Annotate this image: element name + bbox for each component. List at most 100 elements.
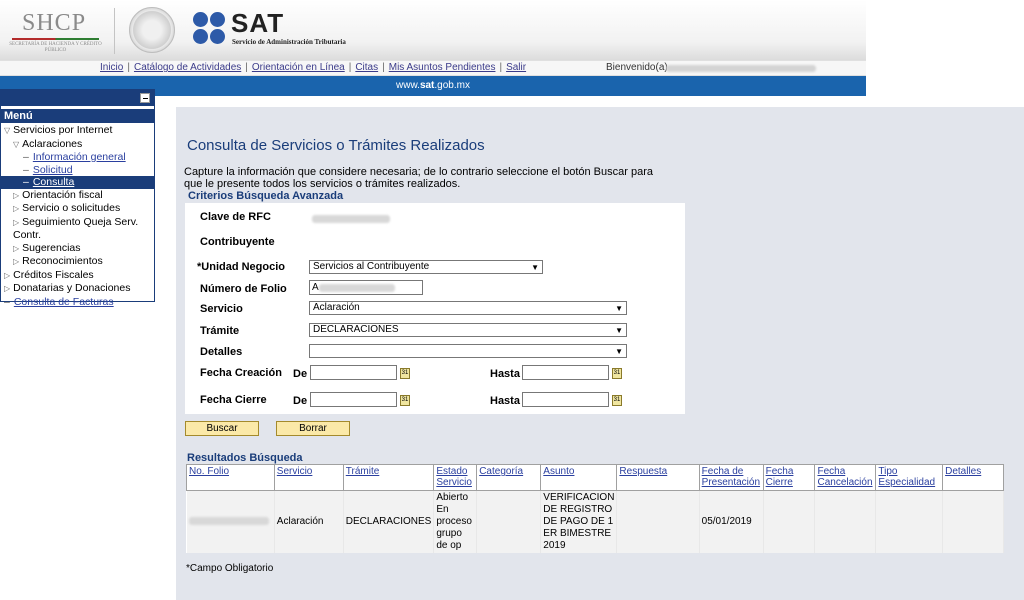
calendar-icon[interactable]: 31: [400, 368, 410, 379]
sidebar-item-orientacion[interactable]: ▷ Orientación fiscal: [1, 189, 154, 203]
sidebar-item-creditos[interactable]: ▷ Créditos Fiscales: [1, 269, 154, 283]
column-header-respuesta[interactable]: Respuesta: [616, 464, 700, 491]
intro-text: Capture la información que considere nec…: [184, 166, 653, 190]
fecha-creacion-label: Fecha Creación: [200, 367, 282, 379]
column-header-fecha-cierre[interactable]: Fecha Cierre: [762, 464, 816, 491]
cell-estado: Abierto En proceso grupo de op: [433, 490, 478, 553]
triangle-right-icon: ▷: [13, 204, 20, 213]
header-separator: [114, 8, 115, 54]
column-header-tipo-especialidad[interactable]: Tipo Especialidad: [875, 464, 944, 491]
sidebar-item-servicio-solicitudes[interactable]: ▷ Servicio o solicitudes: [1, 202, 154, 216]
column-header-fecha-presentacion[interactable]: Fecha de Presentación: [698, 464, 764, 491]
main-content: Consulta de Servicios o Trámites Realiza…: [176, 107, 1024, 600]
sidebar-item-donatarias[interactable]: ▷ Donatarias y Donaciones: [1, 282, 154, 296]
contribuyente-label: Contribuyente: [200, 236, 275, 248]
servicio-select[interactable]: Aclaración ▼: [309, 301, 627, 315]
sidebar-item-sugerencias[interactable]: ▷ Sugerencias: [1, 242, 154, 256]
page-title: Consulta de Servicios o Trámites Realiza…: [187, 137, 485, 154]
cell-tramite: DECLARACIONES: [343, 490, 435, 553]
column-header-fecha-cancelacion[interactable]: Fecha Cancelación: [814, 464, 877, 491]
cell-fecha-cierre: [763, 490, 816, 553]
cell-fecha-cancelacion: [814, 490, 877, 553]
nav-link-citas[interactable]: Citas: [355, 62, 378, 73]
cell-fecha-presentacion: 05/01/2019: [699, 490, 764, 553]
fecha-creacion-hasta-label: Hasta: [490, 368, 520, 380]
fecha-cierre-hasta-input[interactable]: [522, 392, 609, 407]
column-header-categoria[interactable]: Categoría: [476, 464, 542, 491]
shcp-logo: SHCP SECRETARÍA DE HACIENDA Y CRÉDITO PÚ…: [8, 10, 103, 54]
fecha-cierre-de-input[interactable]: [310, 392, 397, 407]
criteria-title: Criterios Búsqueda Avanzada: [188, 190, 344, 202]
dropdown-arrow-icon: ▼: [615, 347, 623, 356]
triangle-right-icon: ▷: [13, 190, 20, 200]
detalles-label: Detalles: [200, 346, 243, 358]
unidad-negocio-select[interactable]: Servicios al Contribuyente ▼: [309, 260, 543, 274]
cell-tipo-especialidad: [875, 490, 944, 553]
cell-folio-redacted[interactable]: [186, 490, 275, 553]
nav-link-salir[interactable]: Salir: [506, 62, 526, 73]
cell-asunto: VERIFICACION DE REGISTRO DE PAGO DE 1 ER…: [540, 490, 618, 553]
triangle-down-icon: ▽: [13, 139, 20, 149]
folio-value-redacted: [319, 284, 395, 292]
dropdown-arrow-icon: ▼: [531, 263, 539, 272]
cell-respuesta: [616, 490, 700, 553]
triangle-right-icon: ▷: [4, 270, 11, 280]
triangle-right-icon: ▷: [13, 257, 20, 266]
calendar-icon[interactable]: 31: [612, 395, 622, 406]
cell-servicio: Aclaración: [274, 490, 344, 553]
fecha-creacion-hasta-input[interactable]: [522, 365, 609, 380]
sidebar-item-servicios[interactable]: ▽ Servicios por Internet: [1, 124, 154, 138]
sidebar-item-seguimiento[interactable]: ▷ Seguimiento Queja Serv. Contr.: [1, 216, 154, 242]
cell-categoria: [476, 490, 542, 553]
top-navigation: Inicio | Catálogo de Actividades | Orientaci…: [0, 60, 866, 76]
required-field-note: *Campo Obligatorio: [186, 563, 274, 574]
sidebar-item-solicitud[interactable]: – Solicitud: [1, 164, 154, 177]
servicio-label: Servicio: [200, 303, 243, 315]
sidebar-item-reconocimientos[interactable]: ▷ Reconocimientos: [1, 255, 154, 269]
buscar-button[interactable]: Buscar: [185, 421, 259, 436]
table-row[interactable]: Aclaración DECLARACIONES Abierto En proc…: [186, 490, 1004, 553]
column-header-asunto[interactable]: Asunto: [540, 464, 618, 491]
triangle-right-icon: ▷: [13, 243, 20, 253]
sidebar-item-aclaraciones[interactable]: ▽ Aclaraciones: [1, 138, 154, 152]
results-table: No. Folio Servicio Trámite Estado Servic…: [186, 464, 1004, 553]
sidebar-item-facturas[interactable]: – Consulta de Facturas: [1, 296, 154, 309]
results-title: Resultados Búsqueda: [187, 452, 303, 464]
triangle-down-icon: ▽: [4, 126, 11, 135]
cell-detalles: [942, 490, 1004, 553]
calendar-icon[interactable]: 31: [612, 368, 622, 379]
calendar-icon[interactable]: 31: [400, 395, 410, 406]
detalles-select[interactable]: ▼: [309, 344, 627, 358]
borrar-button[interactable]: Borrar: [276, 421, 350, 436]
tramite-label: Trámite: [200, 325, 240, 337]
triangle-right-icon: ▷: [4, 284, 11, 293]
site-header: SHCP SECRETARÍA DE HACIENDA Y CRÉDITO PÚ…: [0, 0, 866, 60]
fecha-creacion-de-input[interactable]: [310, 365, 397, 380]
tramite-select[interactable]: DECLARACIONES ▼: [309, 323, 627, 337]
nav-link-orientacion[interactable]: Orientación en Línea: [252, 62, 345, 73]
sat-dots-icon: [193, 12, 227, 46]
unidad-negocio-label: *Unidad Negocio: [197, 261, 286, 273]
column-header-estado[interactable]: Estado Servicio: [433, 464, 478, 491]
sidebar-item-info-general[interactable]: – Información general: [1, 151, 154, 164]
mexico-seal-icon: [129, 7, 175, 53]
column-header-folio[interactable]: No. Folio: [186, 464, 275, 491]
nav-link-asuntos[interactable]: Mis Asuntos Pendientes: [389, 62, 496, 73]
collapse-icon[interactable]: [140, 93, 150, 103]
rfc-value-redacted: [312, 215, 390, 223]
column-header-detalles[interactable]: Detalles: [942, 464, 1004, 491]
menu-collapse-bar: [0, 90, 154, 106]
sat-logo-subtitle: Servicio de Administración Tributaria: [232, 38, 346, 46]
nav-link-inicio[interactable]: Inicio: [100, 62, 123, 73]
column-header-tramite[interactable]: Trámite: [342, 464, 435, 491]
sidebar-item-consulta[interactable]: – Consulta: [1, 176, 154, 189]
welcome-text: Bienvenido(a): [606, 62, 668, 73]
sidebar-menu: Menú ▽ Servicios por Internet ▽ Aclaracion…: [0, 89, 155, 308]
triangle-right-icon: ▷: [13, 217, 20, 227]
dropdown-arrow-icon: ▼: [615, 326, 623, 335]
rfc-label: Clave de RFC: [200, 211, 271, 223]
column-header-servicio[interactable]: Servicio: [273, 464, 344, 491]
shcp-logo-subtitle: SECRETARÍA DE HACIENDA Y CRÉDITO PÚBLICO: [9, 42, 102, 53]
nav-link-catalogo[interactable]: Catálogo de Actividades: [134, 62, 241, 73]
fecha-cierre-hasta-label: Hasta: [490, 395, 520, 407]
